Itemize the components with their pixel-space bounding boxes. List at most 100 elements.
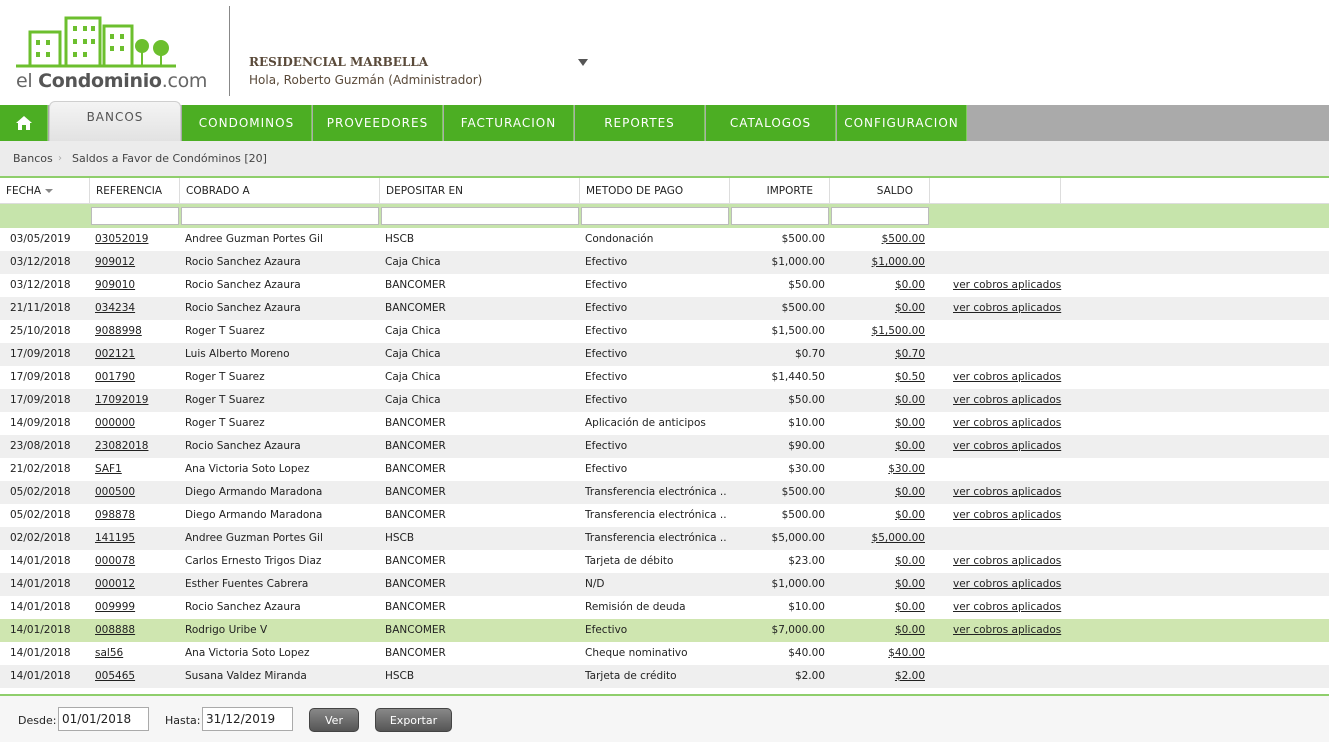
org-dropdown-caret-icon[interactable]: [578, 59, 588, 66]
col-fecha-header[interactable]: FECHA: [0, 178, 90, 204]
col-metodo-de-pago-header[interactable]: METODO DE PAGO: [580, 178, 730, 204]
ver-cobros-aplicados-link[interactable]: ver cobros aplicados: [953, 302, 1061, 314]
cell-referencia[interactable]: 098878: [95, 509, 135, 521]
ver-cobros-aplicados-link[interactable]: ver cobros aplicados: [953, 578, 1061, 590]
ver-cobros-aplicados-link[interactable]: ver cobros aplicados: [953, 601, 1061, 613]
cell-saldo[interactable]: $0.00: [895, 578, 925, 590]
table-row[interactable]: 14/09/2018 000000 Roger T Suarez BANCOMER Ap…: [0, 412, 1329, 435]
cell-saldo[interactable]: $500.00: [882, 233, 925, 245]
cell-referencia[interactable]: 001790: [95, 371, 135, 383]
cell-saldo[interactable]: $0.00: [895, 601, 925, 613]
ver-cobros-aplicados-link[interactable]: ver cobros aplicados: [953, 394, 1061, 406]
col-depositar-en-filter-input[interactable]: [381, 207, 579, 225]
table-row[interactable]: 14/01/2018 005465 Susana Valdez Miranda HSC…: [0, 665, 1329, 688]
cell-saldo[interactable]: $30.00: [888, 463, 925, 475]
col-saldo-header[interactable]: SALDO: [830, 178, 930, 204]
table-row[interactable]: 05/02/2018 000500 Diego Armando Maradona BA…: [0, 481, 1329, 504]
cell-referencia[interactable]: 000012: [95, 578, 135, 590]
table-row[interactable]: 14/01/2018 009999 Rocio Sanchez Azaura BANC…: [0, 596, 1329, 619]
cell-referencia[interactable]: 9088998: [95, 325, 142, 337]
cell-referencia[interactable]: 909012: [95, 256, 135, 268]
col-saldo-filter-input[interactable]: [831, 207, 929, 225]
table-row[interactable]: 14/01/2018 sal56 Ana Victoria Soto Lopez BA…: [0, 642, 1329, 665]
cell-saldo[interactable]: $0.00: [895, 486, 925, 498]
cell-saldo[interactable]: $1,000.00: [872, 256, 925, 268]
cell-referencia[interactable]: 008888: [95, 624, 135, 636]
exportar-button[interactable]: Exportar: [375, 708, 452, 732]
table-row[interactable]: 05/02/2018 098878 Diego Armando Maradona BA…: [0, 504, 1329, 527]
ver-cobros-aplicados-link[interactable]: ver cobros aplicados: [953, 555, 1061, 567]
cell-saldo[interactable]: $2.00: [895, 670, 925, 682]
cell-referencia[interactable]: 009999: [95, 601, 135, 613]
table-row[interactable]: 21/11/2018 034234 Rocio Sanchez Azaura BANC…: [0, 297, 1329, 320]
tab-reportes[interactable]: REPORTES: [575, 105, 705, 141]
table-row[interactable]: 17/09/2018 002121 Luis Alberto Moreno Caja …: [0, 343, 1329, 366]
cell-referencia[interactable]: 034234: [95, 302, 135, 314]
col-depositar-en-header[interactable]: DEPOSITAR EN: [380, 178, 580, 204]
table-row[interactable]: 23/08/2018 23082018 Rocio Sanchez Azaura BA…: [0, 435, 1329, 458]
table-row[interactable]: 14/01/2018 000012 Esther Fuentes Cabrera BA…: [0, 573, 1329, 596]
tab-catalogos[interactable]: CATALOGOS: [706, 105, 836, 141]
cell-saldo[interactable]: $0.00: [895, 440, 925, 452]
cell-saldo[interactable]: $0.50: [895, 371, 925, 383]
cell-referencia[interactable]: 909010: [95, 279, 135, 291]
ver-button[interactable]: Ver: [309, 708, 359, 732]
ver-cobros-aplicados-link[interactable]: ver cobros aplicados: [953, 440, 1061, 452]
col-importe-header[interactable]: IMPORTE: [730, 178, 830, 204]
cell-saldo[interactable]: $0.00: [895, 394, 925, 406]
cell-referencia[interactable]: SAF1: [95, 463, 122, 475]
cell-saldo[interactable]: $0.70: [895, 348, 925, 360]
cell-saldo[interactable]: $40.00: [888, 647, 925, 659]
tab-bancos[interactable]: BANCOS: [49, 101, 181, 141]
col-referencia-header[interactable]: REFERENCIA: [90, 178, 180, 204]
site-logo[interactable]: el Condominio.com: [16, 12, 207, 94]
table-row[interactable]: 03/12/2018 909012 Rocio Sanchez Azaura Caja…: [0, 251, 1329, 274]
org-name[interactable]: RESIDENCIAL MARBELLA: [249, 55, 428, 69]
cell-referencia[interactable]: 005465: [95, 670, 135, 682]
table-row[interactable]: 14/01/2018 000078 Carlos Ernesto Trigos Di…: [0, 550, 1329, 573]
tab-facturacion[interactable]: FACTURACION: [444, 105, 574, 141]
cell-referencia[interactable]: 002121: [95, 348, 135, 360]
tab-configuracion[interactable]: CONFIGURACION: [837, 105, 967, 141]
table-row[interactable]: 17/09/2018 17092019 Roger T Suarez Caja Chi…: [0, 389, 1329, 412]
hasta-date-input[interactable]: [202, 707, 293, 731]
breadcrumb-root[interactable]: Bancos: [13, 152, 53, 165]
col-referencia-filter-input[interactable]: [91, 207, 179, 225]
ver-cobros-aplicados-link[interactable]: ver cobros aplicados: [953, 417, 1061, 429]
cell-saldo[interactable]: $1,500.00: [872, 325, 925, 337]
cell-referencia[interactable]: 03052019: [95, 233, 148, 245]
table-row[interactable]: 17/09/2018 001790 Roger T Suarez Caja Chica…: [0, 366, 1329, 389]
table-row[interactable]: 02/02/2018 141195 Andree Guzman Portes Gil…: [0, 527, 1329, 550]
cell-saldo[interactable]: $0.00: [895, 302, 925, 314]
tab-proveedores[interactable]: PROVEEDORES: [313, 105, 443, 141]
cell-referencia[interactable]: 000500: [95, 486, 135, 498]
cell-referencia[interactable]: 000078: [95, 555, 135, 567]
cell-referencia[interactable]: 000000: [95, 417, 135, 429]
nav-home-button[interactable]: [0, 105, 48, 141]
cell-saldo[interactable]: $0.00: [895, 555, 925, 567]
col-cobrado-a-header[interactable]: COBRADO A: [180, 178, 380, 204]
cell-saldo[interactable]: $5,000.00: [872, 532, 925, 544]
ver-cobros-aplicados-link[interactable]: ver cobros aplicados: [953, 486, 1061, 498]
cell-saldo[interactable]: $0.00: [895, 624, 925, 636]
ver-cobros-aplicados-link[interactable]: ver cobros aplicados: [953, 279, 1061, 291]
ver-cobros-aplicados-link[interactable]: ver cobros aplicados: [953, 509, 1061, 521]
col-importe-filter-input[interactable]: [731, 207, 829, 225]
cell-saldo[interactable]: $0.00: [895, 279, 925, 291]
cell-referencia[interactable]: 141195: [95, 532, 135, 544]
desde-date-input[interactable]: [58, 707, 149, 731]
table-row[interactable]: 25/10/2018 9088998 Roger T Suarez Caja Chic…: [0, 320, 1329, 343]
cell-saldo[interactable]: $0.00: [895, 417, 925, 429]
cell-referencia[interactable]: 23082018: [95, 440, 148, 452]
cell-referencia[interactable]: 17092019: [95, 394, 148, 406]
tab-condominos[interactable]: CONDOMINOS: [182, 105, 312, 141]
cell-referencia[interactable]: sal56: [95, 647, 123, 659]
table-row[interactable]: 14/01/2018 008888 Rodrigo Uribe V BANCOMER E…: [0, 619, 1329, 642]
ver-cobros-aplicados-link[interactable]: ver cobros aplicados: [953, 624, 1061, 636]
table-row[interactable]: 03/12/2018 909010 Rocio Sanchez Azaura BANC…: [0, 274, 1329, 297]
col-metodo-de-pago-filter-input[interactable]: [581, 207, 729, 225]
table-row[interactable]: 03/05/2019 03052019 Andree Guzman Portes G…: [0, 228, 1329, 251]
col-cobrado-a-filter-input[interactable]: [181, 207, 379, 225]
cell-saldo[interactable]: $0.00: [895, 509, 925, 521]
table-row[interactable]: 21/02/2018 SAF1 Ana Victoria Soto Lopez BAN…: [0, 458, 1329, 481]
